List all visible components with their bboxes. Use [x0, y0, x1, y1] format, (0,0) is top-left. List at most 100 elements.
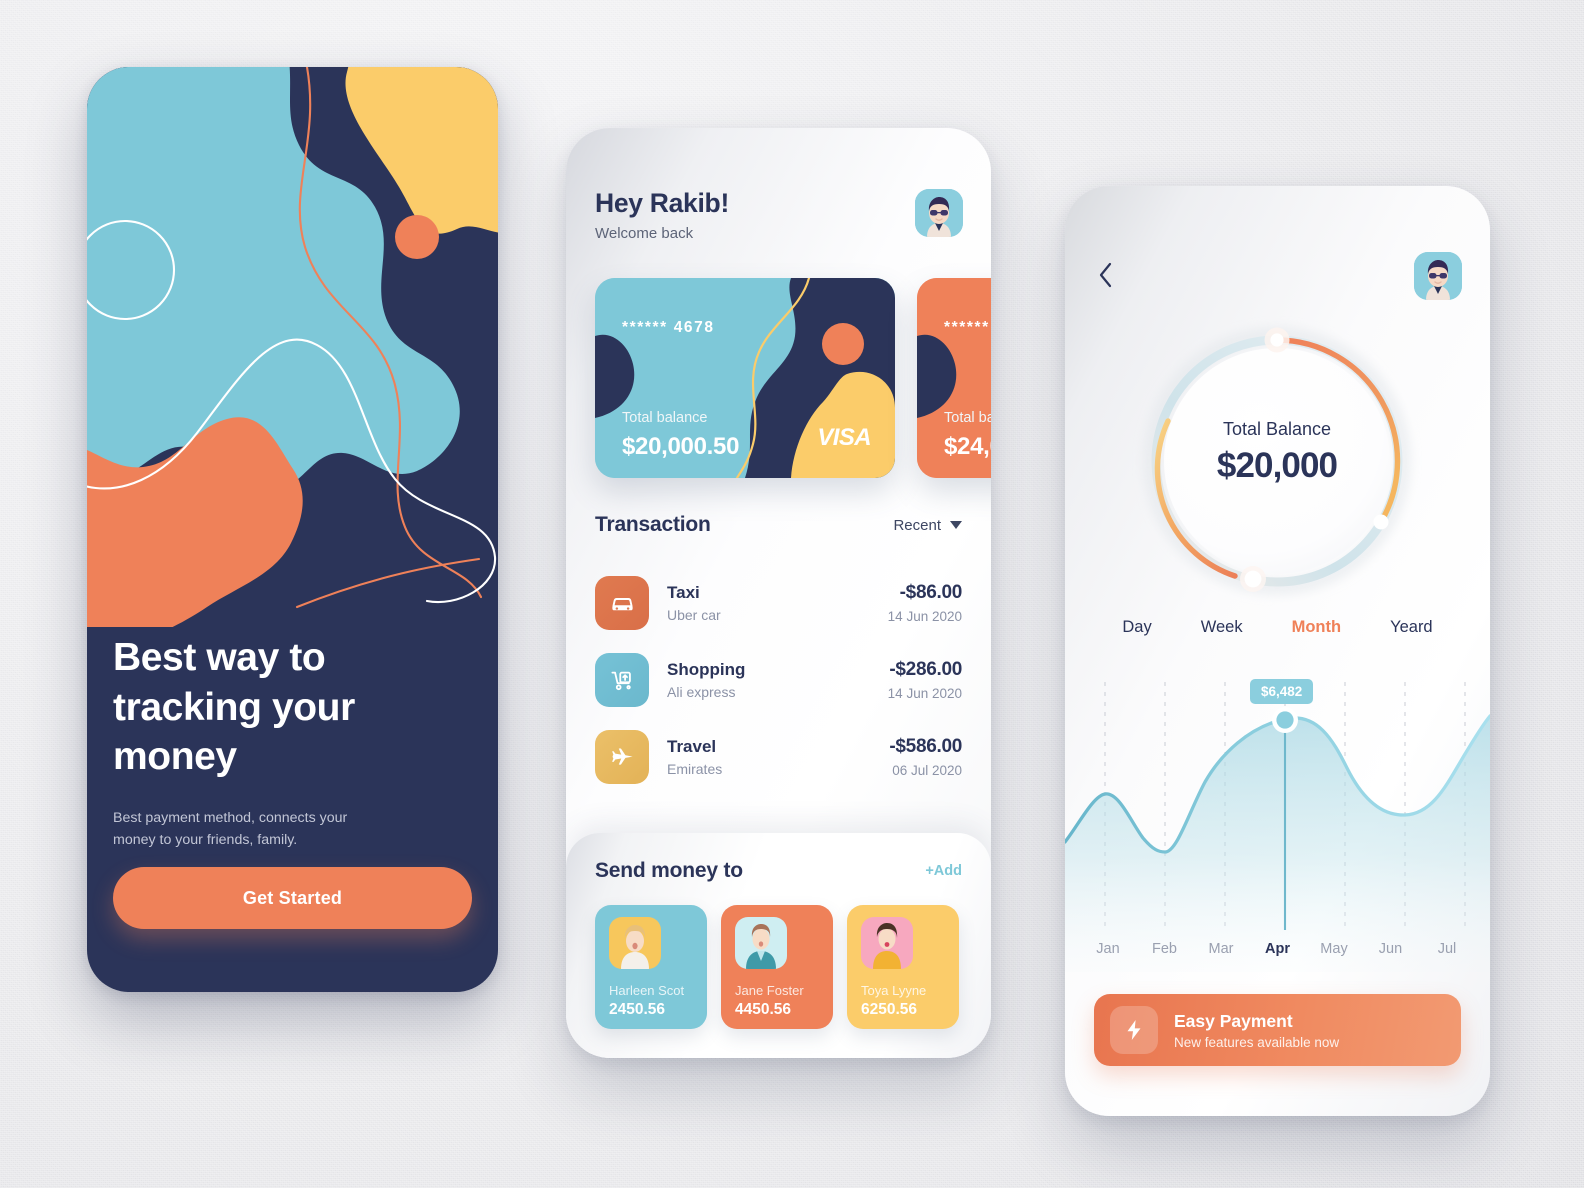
contact-name: Jane Foster: [735, 983, 804, 998]
add-contact-button[interactable]: +Add: [925, 863, 962, 879]
onboarding-screen: Best way to tracking your money Best pay…: [87, 67, 498, 992]
bank-card[interactable]: ****** 4 Total balance $24,0: [917, 278, 991, 478]
transaction-merchant: Ali express: [667, 684, 736, 700]
list-item[interactable]: Toya Lyyne 6250.56: [847, 905, 959, 1029]
greeting-title: Hey Rakib!: [595, 188, 729, 218]
table-row[interactable]: Taxi Uber car -$86.00 14 Jun 2020: [595, 576, 962, 630]
chart-point-apr[interactable]: [1276, 711, 1294, 729]
section-title: Send money to: [595, 859, 743, 882]
x-tick-jan[interactable]: Jan: [1085, 941, 1131, 957]
list-item[interactable]: Harleen Scot 2450.56: [595, 905, 707, 1029]
page-title: Best way to tracking your money: [113, 636, 355, 779]
avatar[interactable]: [915, 189, 963, 237]
x-tick-jun[interactable]: Jun: [1368, 941, 1414, 957]
banner-text-block: Easy Payment New features available now: [1174, 1011, 1339, 1050]
send-money-header: Send money to +Add: [595, 859, 962, 883]
tab-yeard[interactable]: Yeard: [1390, 618, 1433, 637]
transaction-header: Transaction Recent: [595, 513, 962, 537]
tab-day[interactable]: Day: [1122, 618, 1151, 637]
card-balance-label: Total balance: [622, 410, 708, 426]
transaction-meta: -$586.00 06 Jul 2020: [889, 736, 962, 778]
decorative-blob-illustration: [87, 67, 498, 627]
card-balance-value: $20,000.50: [622, 433, 740, 460]
transaction-info: Taxi Uber car: [667, 583, 888, 623]
transaction-name: Shopping: [667, 660, 746, 679]
transaction-info: Shopping Ali express: [667, 660, 888, 700]
contact-photo: [609, 917, 661, 969]
bank-cards-carousel[interactable]: ****** 4678 Total balance $20,000.50 VIS…: [595, 278, 991, 478]
transaction-name: Travel: [667, 737, 717, 756]
balance-label: Total Balance: [1222, 419, 1332, 439]
x-tick-mar[interactable]: Mar: [1198, 941, 1244, 957]
contact-photo: [861, 917, 913, 969]
contact-amount: 2450.56: [609, 1001, 666, 1018]
recent-filter-dropdown[interactable]: Recent: [893, 517, 962, 534]
section-title: Transaction: [595, 513, 711, 536]
contacts-list: Harleen Scot 2450.56 Jane Foster 4450.56: [595, 905, 959, 1029]
tab-week[interactable]: Week: [1201, 618, 1243, 637]
car-icon: [595, 576, 649, 630]
card-balance-value: $24,0: [944, 433, 991, 460]
chevron-left-icon[interactable]: [1091, 260, 1121, 290]
x-tick-apr[interactable]: Apr: [1255, 941, 1301, 957]
card-number: ****** 4: [944, 319, 991, 336]
avatar: [609, 917, 661, 969]
transaction-amount: -$86.00: [899, 582, 963, 603]
transaction-meta: -$86.00 14 Jun 2020: [887, 582, 963, 624]
banner-title: Easy Payment: [1174, 1010, 1293, 1031]
contact-name: Harleen Scot: [609, 983, 685, 998]
banner-subtitle: New features available now: [1174, 1034, 1340, 1050]
list-item[interactable]: Jane Foster 4450.56: [721, 905, 833, 1029]
welcome-subtitle: Welcome back: [595, 225, 694, 242]
transaction-date: 06 Jul 2020: [892, 763, 962, 778]
x-tick-jul[interactable]: Jul: [1424, 941, 1470, 957]
get-started-button[interactable]: Get Started: [113, 867, 472, 929]
chart-area-fill: [1065, 716, 1490, 972]
easy-payment-banner[interactable]: Easy Payment New features available now: [1094, 994, 1461, 1066]
recent-filter-label: Recent: [893, 516, 941, 534]
airplane-icon: [595, 730, 649, 784]
hero-text-block: Best way to tracking your money Best pay…: [113, 633, 472, 851]
transaction-date: 14 Jun 2020: [887, 686, 962, 701]
analytics-screen: Total Balance $20,000 Day Week Month Yea…: [1065, 186, 1490, 1116]
transaction-merchant: Uber car: [667, 607, 721, 623]
bolt-icon: [1110, 1006, 1158, 1054]
chart-tooltip: $6,482: [1250, 679, 1314, 704]
transaction-meta: -$286.00 14 Jun 2020: [887, 659, 963, 701]
home-dashboard-screen: Hey Rakib! Welcome back ****** 4678 Tota…: [566, 128, 991, 1058]
contact-amount: 4450.56: [735, 1001, 792, 1018]
transaction-amount: -$586.00: [889, 736, 962, 757]
avatar: [735, 917, 787, 969]
visa-logo: VISA: [817, 424, 871, 451]
greeting-block: Hey Rakib! Welcome back: [595, 188, 729, 242]
contact-name: Toya Lyyne: [861, 983, 927, 998]
card-number: ****** 4678: [622, 319, 715, 336]
avatar[interactable]: [1414, 252, 1462, 300]
send-money-panel: Send money to +Add Harleen Scot 2450.56: [566, 833, 991, 1058]
page-subtitle: Best payment method, connects your money…: [113, 809, 348, 848]
table-row[interactable]: Shopping Ali express -$286.00 14 Jun 202…: [595, 653, 962, 707]
x-tick-may[interactable]: May: [1311, 941, 1357, 957]
bank-card[interactable]: ****** 4678 Total balance $20,000.50 VIS…: [595, 278, 895, 478]
period-tabs: Day Week Month Yeard: [1065, 618, 1490, 637]
avatar-illustration: [1414, 252, 1462, 300]
ring-text-block: Total Balance $20,000: [1127, 419, 1427, 486]
transaction-amount: -$286.00: [889, 659, 962, 680]
table-row[interactable]: Travel Emirates -$586.00 06 Jul 2020: [595, 730, 962, 784]
transaction-info: Travel Emirates: [667, 737, 889, 777]
card-balance-label: Total balance: [944, 410, 991, 426]
x-tick-feb[interactable]: Feb: [1142, 941, 1188, 957]
transaction-date: 14 Jun 2020: [887, 609, 962, 624]
transaction-name: Taxi: [667, 583, 700, 602]
tab-month[interactable]: Month: [1292, 618, 1341, 637]
avatar-illustration: [915, 189, 963, 237]
avatar: [861, 917, 913, 969]
balance-ring-gauge: Total Balance $20,000: [1127, 311, 1427, 611]
chart-x-axis-labels: Jan Feb Mar Apr May Jun Jul: [1085, 941, 1470, 957]
balance-area-chart[interactable]: [1065, 672, 1490, 972]
balance-value: $20,000: [1216, 446, 1338, 485]
transaction-merchant: Emirates: [667, 761, 723, 777]
shopping-cart-icon: [595, 653, 649, 707]
chevron-down-icon: [950, 521, 962, 529]
contact-photo: [735, 917, 787, 969]
